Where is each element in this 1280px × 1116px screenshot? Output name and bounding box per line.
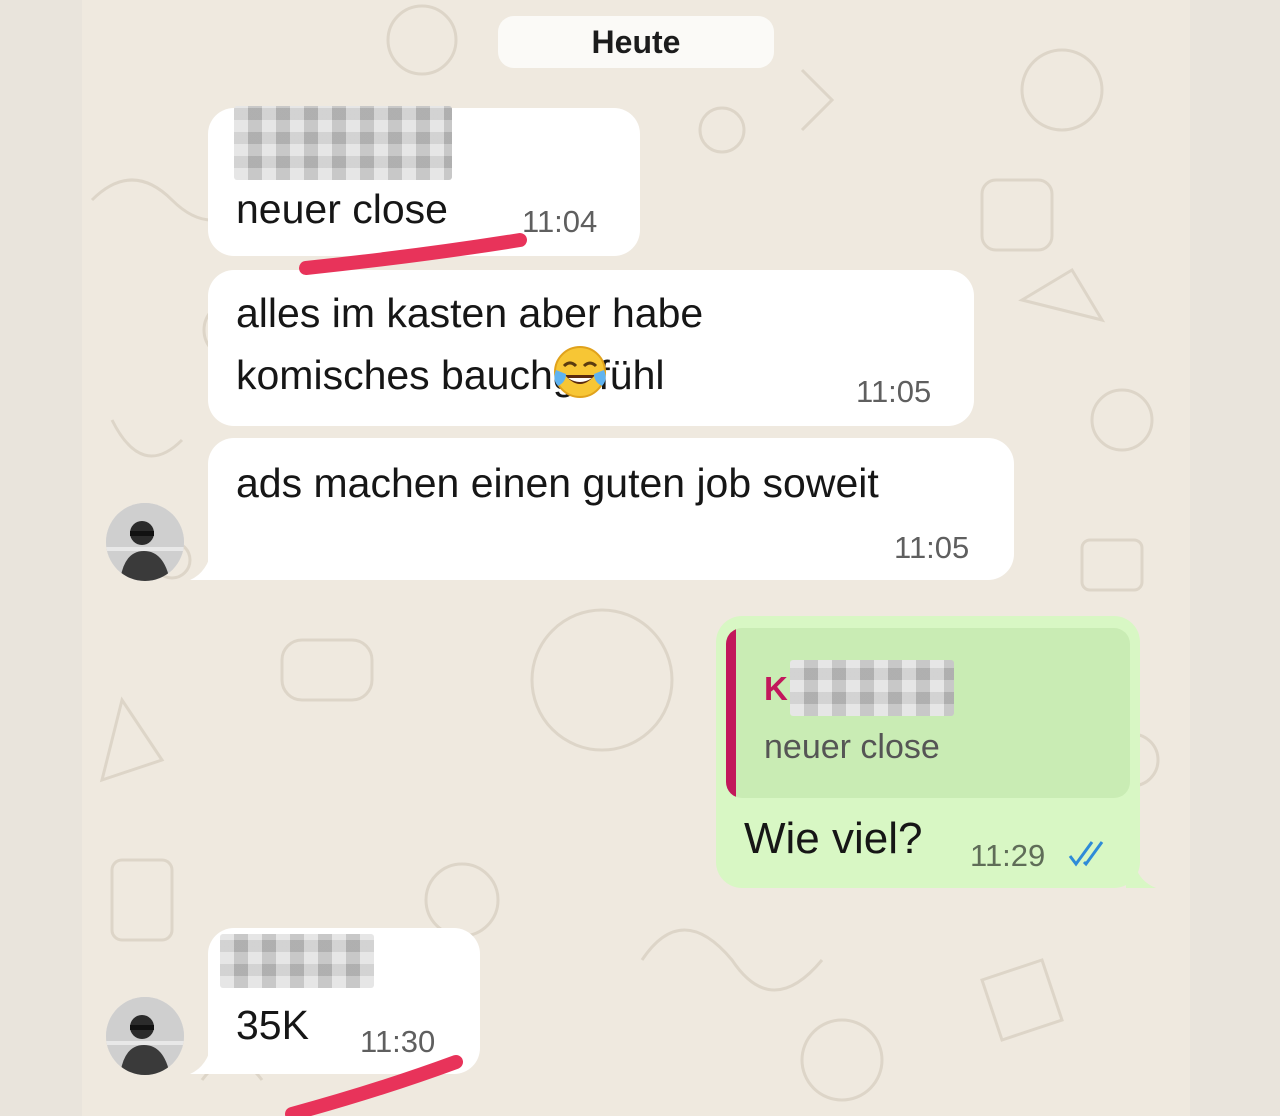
underline-stroke bbox=[285, 1055, 463, 1116]
highlight-strokes bbox=[285, 233, 527, 1116]
underline-stroke bbox=[299, 233, 527, 275]
